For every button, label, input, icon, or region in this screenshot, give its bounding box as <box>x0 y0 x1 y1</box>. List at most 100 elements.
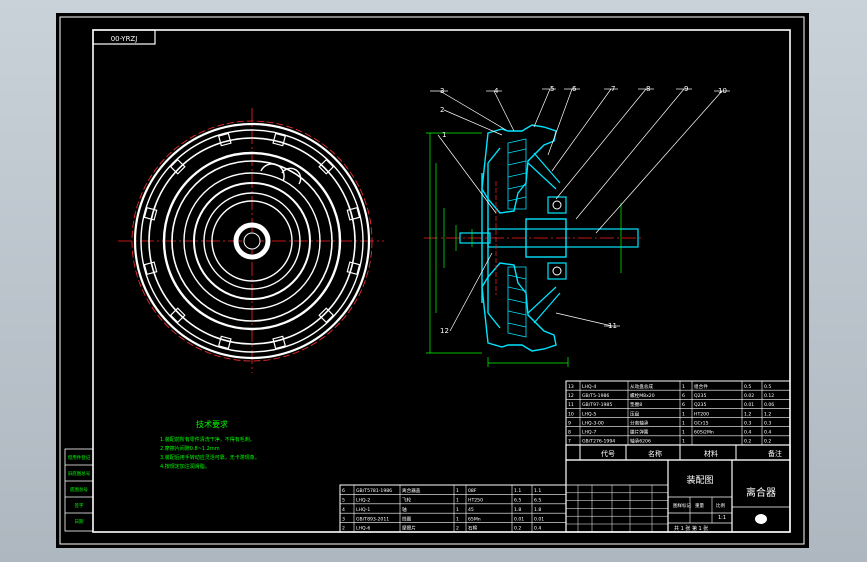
field-mark: 图样标记 <box>673 502 691 509</box>
drawing-name: 装配图 <box>686 474 713 486</box>
dimension-lines <box>426 132 622 367</box>
part-label-9: 9 <box>684 85 688 93</box>
section-view: 1 2 3 4 5 6 7 8 9 10 11 12 <box>424 85 730 367</box>
bom-upper-table: 13 LHQ-4 从动盘总成 1 组合件 0.5 0.5 12 GB/T5-1986 螺栓M8x2… <box>565 380 791 461</box>
rim-slot <box>318 307 335 324</box>
bom-cell: LHQ-6 <box>356 526 370 532</box>
bom-cell: 60Si2Mn <box>694 430 714 436</box>
part-label-3: 3 <box>440 87 444 95</box>
bom-cell: 0.4 <box>534 526 541 532</box>
stamp-label: 签字 <box>75 502 84 509</box>
bom-cell: 3 <box>342 516 345 522</box>
tech-requirements: 技术要求 1.装配前所有零件清洗干净，不得有毛刺。 2.摩擦片间隙0.8~1.2… <box>160 419 260 470</box>
bom-cell: GB/T893-2011 <box>356 516 389 522</box>
bom-cell: 1 <box>682 430 685 436</box>
bom-cell: 石棉 <box>468 525 478 532</box>
bom-cell: 1.2 <box>764 411 771 417</box>
bom-cell: 9 <box>568 420 571 426</box>
bom-cell: 组合件 <box>694 383 708 390</box>
bom-cell: 0.12 <box>764 393 774 399</box>
bom-cell: 10 <box>568 411 574 417</box>
bom-cell: 1 <box>456 488 459 494</box>
scale-value: 1:1 <box>718 515 726 521</box>
bom-cell: HT250 <box>468 498 483 504</box>
bom-cell: 0.3 <box>764 420 771 426</box>
bom-cell: 1 <box>682 420 685 426</box>
bom-cell: 65Mn <box>468 516 481 522</box>
bom-cell: 6.5 <box>514 498 521 504</box>
bom-cell: LHQ-4 <box>582 384 596 390</box>
leader-lines <box>430 88 730 332</box>
part-label-6: 6 <box>572 85 577 93</box>
left-stamp: 借用件登记旧底图总号底图总号签字日期 <box>64 448 94 532</box>
bom-cell: 4 <box>342 507 345 513</box>
bom-cell: 6 <box>682 393 685 399</box>
bom-cell: GB/T97-1985 <box>582 402 612 408</box>
stamp-label: 底图总号 <box>70 486 88 493</box>
part-label-12: 12 <box>440 327 449 335</box>
bom-cell: LHQ-3-00 <box>582 420 604 426</box>
bom-cell: 8 <box>568 430 571 436</box>
bom-cell: 1.1 <box>534 488 541 494</box>
field-scale: 比例 <box>716 502 725 509</box>
bom-cell: 08F <box>468 488 477 494</box>
bom-cell: 摩擦片 <box>402 525 416 532</box>
drawing-canvas: 00-YRZJ 1 2 3 4 5 6 7 8 9 10 11 12 借用件登记… <box>56 13 809 548</box>
part-label-2: 2 <box>440 106 444 114</box>
part-label-1: 1 <box>442 131 446 139</box>
bom-cell: 0.01 <box>534 516 544 522</box>
bom-cell: 1 <box>456 516 459 522</box>
bom-cell: 螺栓M8x20 <box>630 392 655 399</box>
lower-housing <box>481 262 557 352</box>
bom-cell: 0.2 <box>744 439 751 445</box>
bom-cell: Q235 <box>694 402 706 408</box>
rim-slot <box>169 158 186 175</box>
rim-slot <box>143 206 158 221</box>
bom-cell: LHQ-5 <box>582 411 596 417</box>
bom-cell: 6.5 <box>534 498 541 504</box>
bom-cell: 13 <box>568 384 574 390</box>
bom-cell: 0.3 <box>744 420 751 426</box>
bom-cell: 0.5 <box>744 384 751 390</box>
upper-housing <box>481 124 557 214</box>
bom-cell: GB/T5-1986 <box>582 393 609 399</box>
bearing-lower <box>547 262 567 280</box>
bom-cell: GB/T276-1994 <box>582 439 615 445</box>
tech-line-4: 4.按规定加注润滑脂。 <box>160 463 210 470</box>
bom-cell: 挡圈 <box>402 515 412 522</box>
header-remark: 备注 <box>768 449 782 458</box>
bom-cell: 11 <box>568 402 574 408</box>
front-view <box>118 108 384 373</box>
rim-slot <box>217 132 232 147</box>
bom-cell: 1.8 <box>514 507 521 513</box>
bom-cell: 飞轮 <box>402 497 412 504</box>
bom-cell: 6 <box>682 402 685 408</box>
bom-cell: Q235 <box>694 393 706 399</box>
rim-slot <box>217 335 232 350</box>
rim-slot <box>346 206 361 221</box>
sheet-count: 共 1 张 第 1 张 <box>674 525 708 532</box>
bom-cell: 0.02 <box>744 393 754 399</box>
stamp-label: 日期 <box>75 519 84 525</box>
bom-cell: 0.2 <box>764 439 771 445</box>
bom-cell: GB/T5781-1986 <box>356 488 392 494</box>
header-name: 名称 <box>648 449 662 458</box>
tech-line-1: 1.装配前所有零件清洗干净，不得有毛刺。 <box>160 436 255 443</box>
tech-heading: 技术要求 <box>196 419 228 429</box>
bom-cell: 45 <box>468 507 474 513</box>
bom-cell: 1 <box>682 439 685 445</box>
part-name: 离合器 <box>746 486 776 499</box>
part-label-7: 7 <box>611 85 615 93</box>
field-weight: 重量 <box>695 502 704 509</box>
header-material: 材料 <box>704 449 718 458</box>
drawing-code: 00-YRZJ <box>111 35 138 43</box>
bearing-upper <box>547 196 567 214</box>
tech-line-2: 2.摩擦片间隙0.8~1.2mm <box>160 445 220 452</box>
tech-line-3: 3.装配后用手转动应灵活可靠，无卡滞现象。 <box>160 454 260 461</box>
part-label-5: 5 <box>550 85 554 93</box>
bom-cell: 0.2 <box>514 526 521 532</box>
stamp-label: 旧底图总号 <box>68 470 91 477</box>
stamp-label: 借用件登记 <box>68 454 91 461</box>
part-label-4: 4 <box>494 87 499 95</box>
bom-cell: 0.4 <box>764 430 771 436</box>
